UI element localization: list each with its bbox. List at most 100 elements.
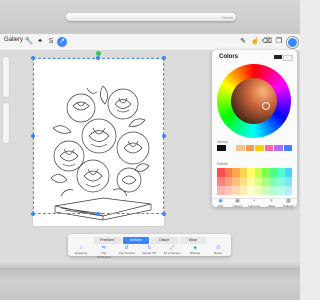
palette-label: Palette [217, 162, 228, 166]
secondary-color-swatch[interactable] [283, 55, 293, 61]
fit-to-screen-button[interactable]: ⤢ Fit to Screen [163, 245, 181, 255]
edge-handle-top[interactable] [96, 56, 100, 60]
snapping-button[interactable]: ∩ Snapping [72, 245, 90, 255]
history-swatch[interactable] [245, 145, 254, 151]
palette-swatch[interactable] [254, 168, 262, 177]
color-disc[interactable] [217, 64, 291, 138]
history-swatch[interactable] [255, 145, 264, 151]
palette-swatch[interactable] [269, 177, 277, 186]
history-swatch[interactable] [236, 145, 245, 151]
palette-swatch[interactable] [232, 186, 240, 195]
palette-swatch[interactable] [284, 177, 292, 186]
mode-distort-button[interactable]: Distort [151, 237, 178, 244]
palette-swatch[interactable] [247, 186, 255, 195]
action-label: Snapping [74, 251, 88, 255]
bilinear-button[interactable]: ◈ Bilinear [186, 245, 204, 255]
transform-bounding-box[interactable] [33, 58, 164, 214]
tab-harmony[interactable]: ◐ Harmony [248, 199, 262, 209]
corner-handle-bottom-right[interactable] [162, 212, 166, 216]
wrench-icon[interactable]: 🔧 [24, 37, 34, 47]
brush-size-slider[interactable] [2, 56, 10, 98]
smudge-icon[interactable]: ☝ [250, 37, 260, 47]
edge-handle-left[interactable] [31, 134, 35, 138]
colors-panel-title: Colors [219, 54, 239, 60]
layers-icon[interactable]: ❐ [274, 37, 284, 47]
saturation-brightness-disc[interactable] [231, 78, 277, 124]
palette-swatch[interactable] [217, 177, 225, 186]
pencil-brand: Pencil [222, 15, 233, 20]
palette-swatch[interactable] [269, 168, 277, 177]
palette-swatch[interactable] [239, 177, 247, 186]
history-swatch[interactable] [283, 145, 292, 151]
brush-icon[interactable]: ✎ [238, 37, 248, 47]
mode-uniform-button[interactable]: Uniform [122, 237, 149, 244]
colors-panel-tabs: ◉ Disc ▣ Classic ◐ Harmony ≡ Value ▦ Palettes [212, 198, 297, 208]
corner-handle-top-right[interactable] [162, 56, 166, 60]
history-swatch[interactable] [217, 145, 226, 151]
tab-disc[interactable]: ◉ Disc [214, 199, 228, 209]
palette-swatch[interactable] [262, 186, 270, 195]
gallery-button[interactable]: Gallery [4, 37, 23, 43]
edge-handle-right[interactable] [162, 134, 166, 138]
tab-value[interactable]: ≡ Value [265, 199, 279, 209]
edge-handle-bottom[interactable] [96, 212, 100, 216]
flip-vertical-button[interactable]: ⇵ Flip Vertical [118, 245, 136, 255]
color-palette [217, 168, 292, 195]
tab-label: Value [267, 204, 276, 208]
palette-swatch[interactable] [284, 186, 292, 195]
transform-action-row: ∩ Snapping ⇋ Flip Horizontal ⇵ Flip Vertical ↻… [72, 245, 227, 259]
palette-swatch[interactable] [239, 168, 247, 177]
palette-swatch[interactable] [247, 177, 255, 186]
palette-swatch[interactable] [262, 177, 270, 186]
selection-icon[interactable]: S [46, 37, 56, 47]
reset-button[interactable]: ↺ Reset [209, 245, 227, 255]
action-label: Bilinear [190, 251, 201, 255]
mode-freeform-button[interactable]: Freeform [94, 237, 121, 244]
palette-swatch[interactable] [224, 168, 232, 177]
mode-warp-button[interactable]: Warp [179, 237, 206, 244]
palette-swatch[interactable] [277, 177, 285, 186]
palette-swatch[interactable] [277, 168, 285, 177]
top-toolbar: Gallery 🔧 ✦ S ↗ ✎ ☝ ⌫ ❐ [0, 34, 300, 51]
apple-pencil [66, 13, 236, 21]
action-label: Flip Vertical [118, 251, 135, 255]
magic-wand-icon[interactable]: ✦ [35, 37, 45, 47]
color-history [217, 145, 292, 151]
flip-horizontal-button[interactable]: ⇋ Flip Horizontal [95, 245, 113, 259]
history-label: History [217, 140, 228, 144]
current-color-button[interactable] [287, 37, 298, 48]
palette-swatch[interactable] [232, 177, 240, 186]
history-swatch[interactable] [264, 145, 273, 151]
action-label: Reset [214, 251, 222, 255]
palette-swatch[interactable] [284, 168, 292, 177]
action-label: Flip Horizontal [97, 251, 111, 259]
tab-label: Classic [232, 204, 243, 208]
palette-swatch[interactable] [217, 186, 225, 195]
transform-icon[interactable]: ↗ [57, 37, 67, 47]
tab-label: Palettes [283, 204, 294, 208]
corner-handle-bottom-left[interactable] [31, 212, 35, 216]
eraser-icon[interactable]: ⌫ [262, 37, 272, 47]
palette-swatch[interactable] [262, 168, 270, 177]
palette-swatch[interactable] [232, 168, 240, 177]
palette-swatch[interactable] [224, 177, 232, 186]
palette-swatch[interactable] [269, 186, 277, 195]
tab-classic[interactable]: ▣ Classic [231, 199, 245, 209]
history-swatch[interactable] [274, 145, 283, 151]
palette-swatch[interactable] [254, 177, 262, 186]
history-swatch[interactable] [226, 145, 235, 151]
color-picker-thumb[interactable] [262, 102, 270, 110]
palette-swatch[interactable] [217, 168, 225, 177]
tab-palettes[interactable]: ▦ Palettes [282, 199, 296, 209]
palette-swatch[interactable] [254, 186, 262, 195]
corner-handle-top-left[interactable] [31, 56, 35, 60]
primary-color-swatch[interactable] [274, 55, 282, 59]
palette-swatch[interactable] [277, 186, 285, 195]
palette-swatch[interactable] [224, 186, 232, 195]
tab-label: Disc [217, 204, 224, 208]
palette-swatch[interactable] [247, 168, 255, 177]
palette-swatch[interactable] [239, 186, 247, 195]
opacity-slider[interactable] [2, 102, 10, 144]
rotate-45-button[interactable]: ↻ Rotate 45° [140, 245, 158, 255]
desk-surface [0, 268, 300, 300]
